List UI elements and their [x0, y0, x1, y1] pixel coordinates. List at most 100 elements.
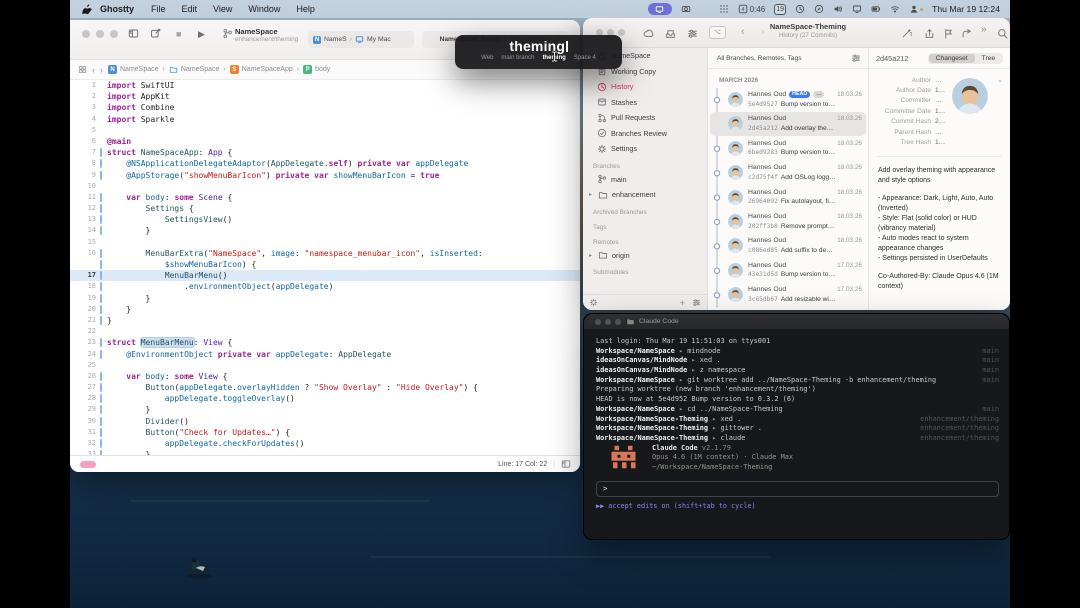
timer-icon[interactable]: 40:46 [738, 4, 766, 14]
current-branch[interactable]: enhancement/theming [235, 36, 298, 43]
jumpbar-item-namespace[interactable]: NNameSpace [108, 65, 159, 74]
sidebar-item-enhancement[interactable]: ▸enhancement [583, 187, 707, 203]
menu-view[interactable]: View [213, 4, 232, 14]
commit-message-line: - Style: Flat (solid color) or HUD (vibr… [878, 214, 1000, 234]
commit-short-hash: 6bed9283 [748, 149, 778, 156]
menu-window[interactable]: Window [248, 4, 280, 14]
water-drop-icon[interactable] [700, 4, 710, 14]
code-editor[interactable]: 1import SwiftUI2import AppKit3import Com… [70, 80, 580, 455]
wifi-icon[interactable] [890, 4, 900, 14]
line-col-indicator: Line: 17 Col: 22 [498, 461, 547, 468]
menu-edit[interactable]: Edit [182, 4, 198, 14]
sidebar-item-branches-review[interactable]: Branches Review [583, 126, 707, 142]
related-items-icon[interactable] [78, 65, 87, 74]
sidebar-item-origin[interactable]: ▸origin [583, 248, 707, 264]
jumpbar-item-namespace[interactable]: NameSpace [169, 65, 220, 74]
scheme-selector[interactable]: N NameS › My Mac [308, 31, 414, 48]
crumb-separator: › [223, 66, 225, 73]
commit-author: Hannes Oud [748, 286, 786, 293]
stop-button[interactable]: ■ [176, 29, 181, 39]
disclosure-icon[interactable]: ▸ [589, 191, 594, 198]
close-button[interactable] [82, 30, 90, 38]
zoom-button[interactable] [618, 29, 625, 36]
commit-row-202ff3b8[interactable]: Hannes Oud18.03.26202ff3b8Remove prompt… [708, 210, 868, 234]
compose-icon [150, 28, 161, 39]
commit-row-c2d75f4f[interactable]: Hannes Oud18.03.26c2d75f4fAdd OSLog logg… [708, 161, 868, 185]
sidebar-settings-icon[interactable] [589, 298, 598, 307]
branch-indicator: main [982, 405, 999, 415]
navigator-toggle-icon[interactable] [128, 28, 139, 39]
collapse-chevron-icon[interactable]: ⌄ [997, 76, 1003, 84]
commit-row-43e31d5d[interactable]: Hannes Oud17.03.2643e31d5dBump version t… [708, 259, 868, 283]
commit-row-6bed9283[interactable]: Hannes Oud18.03.266bed9283Bump version t… [708, 137, 868, 161]
fetch-cloud-icon[interactable] [643, 28, 654, 39]
jumpbar-item-namespaceapp[interactable]: SNameSpaceApp [230, 65, 293, 74]
forward-icon[interactable]: › [100, 65, 103, 75]
sidebar-filter-icon[interactable] [692, 298, 701, 307]
commit-row-c086ed85[interactable]: Hannes Oud18.03.26c086ed85Add suffix to … [708, 234, 868, 258]
menu-bar-clock[interactable]: Thu Mar 19 12:24 [932, 4, 1000, 14]
sidebar-item-settings[interactable]: Settings [583, 141, 707, 157]
minimize-button[interactable] [605, 319, 611, 325]
zoom-button[interactable] [615, 319, 621, 325]
back-icon[interactable]: ‹ [92, 65, 95, 75]
quick-actions-wand-icon[interactable] [901, 28, 912, 39]
zoom-button[interactable] [110, 30, 118, 38]
commit-message-line: - Auto modes react to system appearance … [878, 234, 1000, 254]
terminal-button[interactable]: ⌥ [709, 26, 726, 39]
calendar-icon[interactable]: 19 [774, 4, 786, 15]
user-icon[interactable] [909, 4, 923, 14]
commit-row-2d45a212[interactable]: Hannes Oud18.03.262d45a212Add overlay th… [708, 112, 868, 136]
camera-icon[interactable] [681, 4, 691, 14]
space-option-main-branch[interactable]: main branch [501, 55, 534, 61]
search-icon[interactable] [997, 28, 1008, 39]
branch-filter-bar[interactable]: All Branches, Remotes, Tags [708, 48, 868, 69]
merge-arrow-icon[interactable] [961, 28, 972, 39]
more-toolbar-icon[interactable]: » [981, 24, 987, 35]
terminal-content[interactable]: Last login: Thu Mar 19 11:51:03 on ttys0… [584, 329, 1009, 539]
commit-row-5e4d9527[interactable]: Hannes OudHEAD…18.03.265e4d9527Bump vers… [708, 88, 868, 112]
sidebar-item-stashes[interactable]: Stashes [583, 95, 707, 111]
terminal-prompt-input[interactable]: > [596, 481, 999, 497]
segment-changeset[interactable]: Changeset [929, 54, 975, 63]
grid9-icon[interactable] [719, 4, 729, 14]
close-button[interactable] [595, 319, 601, 325]
compose-icon[interactable] [150, 28, 161, 39]
code-line: 6@main [70, 136, 580, 147]
add-repo-icon[interactable]: + [680, 298, 685, 308]
minimize-button[interactable] [96, 30, 104, 38]
xcode-window: ■ ▶ NameSpace enhancement/theming N Name… [70, 20, 580, 472]
folder-icon [598, 250, 608, 260]
speaker-icon[interactable] [833, 4, 843, 14]
menu-file[interactable]: File [151, 4, 166, 14]
sidebar-item-history[interactable]: History [583, 79, 707, 95]
push-icon[interactable] [924, 28, 935, 39]
sidebar-item-main[interactable]: main [583, 172, 707, 188]
jumpbar-item-body[interactable]: Pbody [303, 65, 330, 74]
battery-icon[interactable] [871, 4, 881, 14]
compass-icon[interactable] [814, 4, 824, 14]
commit-row-3c65db67[interactable]: Hannes Oud17.03.263c65db67Add resizable … [708, 283, 868, 307]
disclosure-icon[interactable]: ▸ [589, 252, 594, 259]
clock-icon[interactable] [795, 4, 805, 14]
sidebar-item-pull-requests[interactable]: Pull Requests [583, 110, 707, 126]
menu-help[interactable]: Help [296, 4, 315, 14]
space-option-space-4[interactable]: Space 4 [574, 55, 596, 61]
project-name[interactable]: NameSpace [235, 27, 298, 36]
screen-share-icon[interactable] [648, 3, 672, 15]
history-back-icon[interactable]: ‹ [741, 26, 745, 38]
display-icon[interactable] [852, 4, 862, 14]
editor-layout-icon[interactable] [561, 459, 571, 469]
workspace-options-icon[interactable] [687, 28, 698, 39]
active-app-name[interactable]: Ghostty [100, 4, 134, 14]
stage-inbox-icon[interactable] [665, 28, 676, 39]
segment-tree[interactable]: Tree [975, 54, 1002, 63]
filter-icon[interactable] [851, 53, 861, 63]
commit-row-26964092[interactable]: Hannes Oud18.03.2626964092Fix autolayout… [708, 186, 868, 210]
space-name-input[interactable]: theming [455, 38, 622, 54]
space-option-web[interactable]: Web [481, 55, 493, 61]
apple-menu[interactable] [82, 4, 93, 15]
flag-icon[interactable] [943, 28, 954, 39]
fork-sidebar-footer: + [583, 294, 708, 310]
run-button[interactable]: ▶ [198, 29, 205, 40]
